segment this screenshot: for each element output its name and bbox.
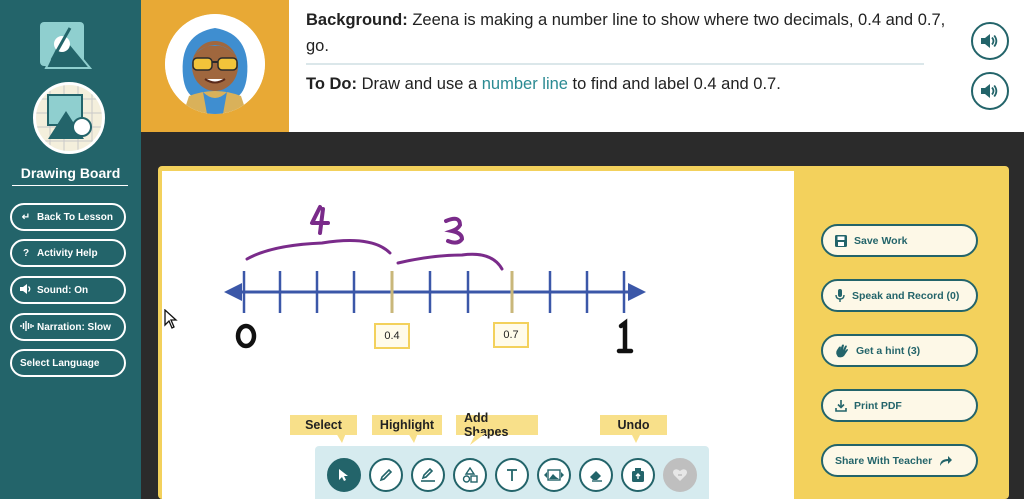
todo-post: to find and label 0.4 and 0.7. xyxy=(567,75,781,93)
select-language-label: Select Language xyxy=(20,357,100,369)
save-icon xyxy=(835,234,847,247)
todo-label: To Do: xyxy=(306,75,358,93)
speaker-icon xyxy=(981,34,998,48)
download-icon xyxy=(835,399,847,412)
share-arrow-icon xyxy=(940,455,953,466)
highlight-tooltip: Highlight xyxy=(372,415,442,435)
number-line-link[interactable]: number line xyxy=(482,75,568,93)
narration-speed-button[interactable]: Narration: Slow xyxy=(10,313,126,341)
drawing-board-icon xyxy=(33,82,105,154)
waveform-icon xyxy=(20,320,34,334)
back-to-lesson-label: Back To Lesson xyxy=(37,211,113,223)
image-icon xyxy=(544,469,564,481)
share-with-teacher-label: Share With Teacher xyxy=(835,454,933,467)
background-text: Background: Zeena is making a number lin… xyxy=(306,7,946,59)
instructions-divider xyxy=(306,63,924,65)
speak-and-record-button[interactable]: Speak and Record (0) xyxy=(821,279,978,312)
text-icon xyxy=(507,469,517,481)
narration-label: Narration: Slow xyxy=(37,321,111,333)
speaker-icon xyxy=(981,84,998,98)
heart-icon xyxy=(673,469,687,481)
shapes-tool-button[interactable] xyxy=(453,458,487,492)
highlighter-icon xyxy=(421,468,435,482)
add-shapes-tooltip: Add Shapes xyxy=(456,411,538,439)
select-tool-button[interactable] xyxy=(327,458,361,492)
undo-tooltip: Undo xyxy=(600,415,667,435)
save-work-button[interactable]: Save Work xyxy=(821,224,978,257)
sidebar-divider xyxy=(12,185,128,186)
select-language-button[interactable]: Select Language xyxy=(10,349,126,377)
undo-tool-button[interactable] xyxy=(621,458,655,492)
sidebar: Drawing Board ↵ Back To Lesson ? Activit… xyxy=(0,0,141,499)
back-arrow-icon: ↵ xyxy=(21,211,31,223)
pencil-icon xyxy=(379,468,393,482)
share-with-teacher-button[interactable]: Share With Teacher xyxy=(821,444,978,477)
get-hint-label: Get a hint (3) xyxy=(856,344,921,357)
sound-toggle-button[interactable]: Sound: On xyxy=(10,276,126,304)
label-0-7[interactable]: 0.7 xyxy=(493,322,529,348)
back-to-lesson-button[interactable]: ↵ Back To Lesson xyxy=(10,203,126,231)
pencil-tool-button[interactable] xyxy=(369,458,403,492)
play-background-audio-button[interactable] xyxy=(971,22,1009,60)
favorite-tool-button[interactable] xyxy=(663,458,697,492)
hand-wave-icon xyxy=(836,344,848,357)
sound-label: Sound: On xyxy=(37,284,89,296)
cursor-arrow-icon xyxy=(339,469,348,481)
print-pdf-button[interactable]: Print PDF xyxy=(821,389,978,422)
sidebar-title: Drawing Board xyxy=(20,165,121,181)
todo-text: To Do: Draw and use a number line to fin… xyxy=(306,72,781,96)
background-label: Background: xyxy=(306,11,408,29)
label-0-4[interactable]: 0.4 xyxy=(374,323,410,349)
question-icon: ? xyxy=(22,247,30,259)
print-pdf-label: Print PDF xyxy=(854,399,902,412)
microphone-icon xyxy=(835,288,845,302)
highlight-tool-button[interactable] xyxy=(411,458,445,492)
image-tool-button[interactable] xyxy=(537,458,571,492)
get-hint-button[interactable]: Get a hint (3) xyxy=(821,334,978,367)
mouse-cursor-icon xyxy=(164,309,178,329)
text-tool-button[interactable] xyxy=(495,458,529,492)
zeena-avatar xyxy=(165,14,265,114)
speaker-icon xyxy=(20,283,32,297)
activity-help-label: Activity Help xyxy=(37,247,98,259)
shapes-icon xyxy=(462,467,478,483)
undo-icon xyxy=(632,468,644,482)
speak-and-record-label: Speak and Record (0) xyxy=(852,289,960,302)
play-todo-audio-button[interactable] xyxy=(971,72,1009,110)
save-work-label: Save Work xyxy=(854,234,908,247)
app-logo-icon xyxy=(40,22,93,69)
todo-pre: Draw and use a xyxy=(357,75,482,93)
select-tooltip: Select xyxy=(290,415,357,435)
eraser-tool-button[interactable] xyxy=(579,458,613,492)
activity-help-button[interactable]: ? Activity Help xyxy=(10,239,126,267)
eraser-icon xyxy=(590,471,602,482)
